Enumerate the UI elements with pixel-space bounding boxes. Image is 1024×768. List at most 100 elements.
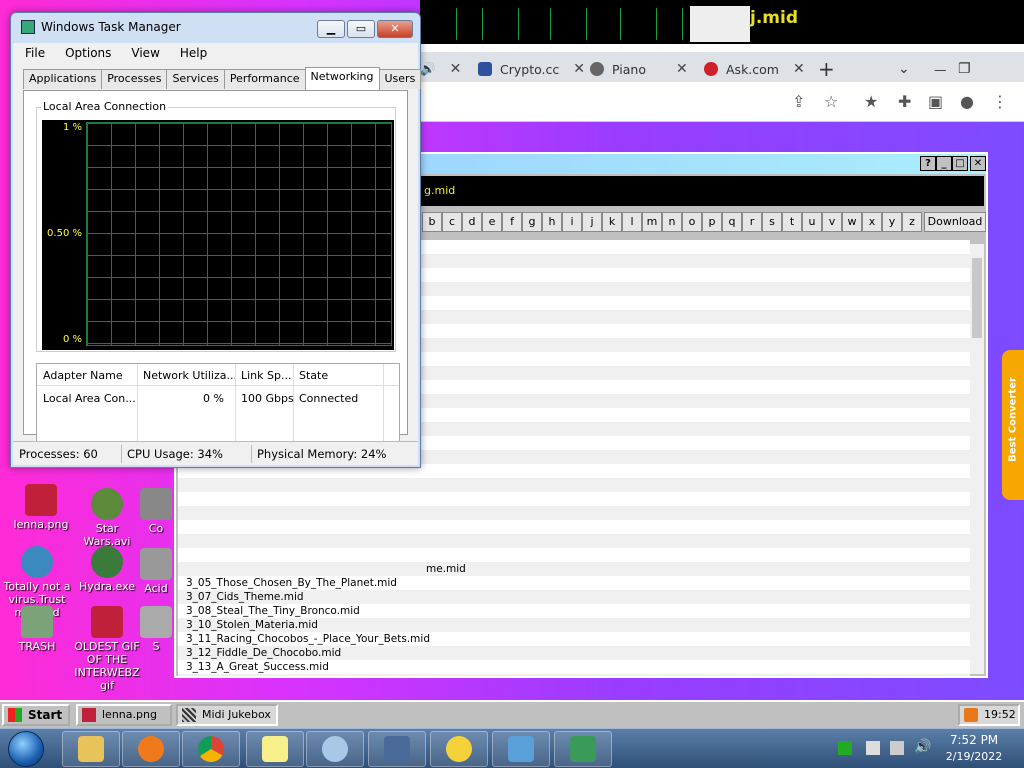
letter-button-s[interactable]: s <box>762 212 782 232</box>
letter-button-t[interactable]: t <box>782 212 802 232</box>
letter-button-b[interactable]: b <box>422 212 442 232</box>
letter-button-r[interactable]: r <box>742 212 762 232</box>
tray-volume-icon[interactable]: 🔊 <box>914 739 931 755</box>
tray-network-activity-icon[interactable] <box>838 741 852 755</box>
minimize-button[interactable]: ▁ <box>317 20 345 38</box>
list-item[interactable]: 3_08_Steal_The_Tiny_Bronco.mid <box>178 604 970 618</box>
desktop-icon-lenna[interactable]: lenna.png <box>6 484 76 531</box>
letter-button-l[interactable]: l <box>622 212 642 232</box>
list-item[interactable]: 3_14_Tango_Of_Tears.mid <box>178 674 970 676</box>
col-adapter-name[interactable]: Adapter Name <box>43 369 123 382</box>
tab-ask[interactable]: Ask.com ✕ <box>704 56 805 82</box>
tab-applications[interactable]: Applications <box>23 69 103 89</box>
tab-search-dropdown[interactable]: ⌄ <box>898 56 910 82</box>
minimize-button[interactable]: — <box>934 56 947 82</box>
letter-button-k[interactable]: k <box>602 212 622 232</box>
menu-file[interactable]: File <box>13 46 53 60</box>
letter-button-j[interactable]: j <box>582 212 602 232</box>
taskbar-search[interactable] <box>306 731 364 767</box>
tab-networking[interactable]: Networking <box>304 67 380 90</box>
start-button[interactable]: Start <box>2 704 70 726</box>
close-button[interactable]: ✕ <box>970 156 986 171</box>
letter-button-c[interactable]: c <box>442 212 462 232</box>
taskbar-button-midi-jukebox[interactable]: Midi Jukebox <box>176 704 278 726</box>
letter-button-x[interactable]: x <box>862 212 882 232</box>
maximize-button[interactable]: □ <box>952 156 968 171</box>
letter-button-v[interactable]: v <box>822 212 842 232</box>
scrollbar-thumb[interactable] <box>972 258 982 338</box>
list-item[interactable]: 3_13_A_Great_Success.mid <box>178 660 970 674</box>
close-icon[interactable]: ✕ <box>793 61 805 77</box>
tab-crypto[interactable]: Crypto.cc ✕ <box>478 56 585 82</box>
letter-button-d[interactable]: d <box>462 212 482 232</box>
desktop-icon-oldest-gif[interactable]: OLDEST GIF OF THE INTERWEBZ gif <box>72 606 142 692</box>
letter-button-g[interactable]: g <box>522 212 542 232</box>
bookmark-star-icon[interactable]: ☆ <box>824 92 838 111</box>
letter-button-e[interactable]: e <box>482 212 502 232</box>
tab-piano[interactable]: Piano ✕ <box>590 56 688 82</box>
tab-services[interactable]: Services <box>166 69 225 89</box>
taskbar-photo-viewer[interactable] <box>492 731 550 767</box>
list-item[interactable]: 3_12_Fiddle_De_Chocobo.mid <box>178 646 970 660</box>
list-item[interactable]: 3_10_Stolen_Materia.mid <box>178 618 970 632</box>
taskbar-explorer[interactable] <box>62 731 120 767</box>
letter-button-y[interactable]: y <box>882 212 902 232</box>
taskbar-media-player[interactable] <box>122 731 180 767</box>
col-network-utilization[interactable]: Network Utiliza... <box>143 369 237 382</box>
taskbar-sticky-notes[interactable] <box>246 731 304 767</box>
tray-time[interactable]: 7:52 PM <box>942 733 1006 747</box>
close-icon[interactable]: ✕ <box>450 61 462 77</box>
letter-button-p[interactable]: p <box>702 212 722 232</box>
taskbar-keyboard[interactable] <box>368 731 426 767</box>
download-button[interactable]: Download <box>924 212 986 232</box>
tray-network-icon[interactable] <box>890 741 904 755</box>
col-state[interactable]: State <box>299 369 328 382</box>
close-icon[interactable]: ✕ <box>676 61 688 77</box>
maximize-button[interactable]: ▭ <box>347 20 375 38</box>
tray-date[interactable]: 2/19/2022 <box>942 750 1006 763</box>
desktop-icon-co[interactable]: Co <box>138 488 174 535</box>
desktop-icon-acid[interactable]: Acid <box>138 548 174 595</box>
windows-start-orb[interactable] <box>8 731 44 767</box>
tab-audio-icon[interactable]: 🔊 ✕ <box>420 56 461 82</box>
side-panel-icon[interactable]: ▣ <box>928 92 943 111</box>
letter-button-z[interactable]: z <box>902 212 922 232</box>
letter-button-w[interactable]: w <box>842 212 862 232</box>
menu-view[interactable]: View <box>119 46 167 60</box>
letter-button-i[interactable]: i <box>562 212 582 232</box>
list-item[interactable]: me.mid <box>178 562 970 576</box>
tab-processes[interactable]: Processes <box>101 69 168 89</box>
menu-icon[interactable]: ⋮ <box>992 92 1008 111</box>
desktop-icon-hydra[interactable]: Hydra.exe <box>72 546 142 593</box>
letter-button-q[interactable]: q <box>722 212 742 232</box>
menu-help[interactable]: Help <box>168 46 215 60</box>
close-button[interactable]: ✕ <box>377 20 413 38</box>
desktop-icon-trash[interactable]: TRASH <box>2 606 72 653</box>
taskbar-help[interactable] <box>430 731 488 767</box>
desktop-icon-star-wars[interactable]: Star Wars.avi <box>72 488 142 548</box>
classic-tray-clock[interactable]: 19:52 <box>958 704 1020 726</box>
desktop-icon-s[interactable]: S <box>138 606 174 653</box>
letter-button-u[interactable]: u <box>802 212 822 232</box>
list-item[interactable]: 3_05_Those_Chosen_By_The_Planet.mid <box>178 576 970 590</box>
extensions-icon[interactable]: ✚ <box>898 92 911 111</box>
letter-button-f[interactable]: f <box>502 212 522 232</box>
list-item[interactable] <box>178 506 970 520</box>
help-button[interactable]: ? <box>920 156 936 171</box>
minimize-button[interactable]: _ <box>936 156 952 171</box>
best-converter-tab[interactable]: Best Converter <box>1002 350 1024 500</box>
menu-options[interactable]: Options <box>53 46 119 60</box>
list-item[interactable] <box>178 548 970 562</box>
col-link-speed[interactable]: Link Sp... <box>241 369 291 382</box>
tab-performance[interactable]: Performance <box>223 69 306 89</box>
letter-button-m[interactable]: m <box>642 212 662 232</box>
list-item[interactable]: 3_11_Racing_Chocobos_-_Place_Your_Bets.m… <box>178 632 970 646</box>
list-item[interactable] <box>178 492 970 506</box>
share-icon[interactable]: ⇪ <box>792 92 805 111</box>
task-manager-titlebar[interactable]: Windows Task Manager <box>21 20 181 34</box>
restore-button[interactable]: ❐ <box>958 56 971 82</box>
letter-button-o[interactable]: o <box>682 212 702 232</box>
list-item[interactable] <box>178 520 970 534</box>
list-item[interactable] <box>178 534 970 548</box>
profile-icon[interactable]: ● <box>960 92 974 111</box>
